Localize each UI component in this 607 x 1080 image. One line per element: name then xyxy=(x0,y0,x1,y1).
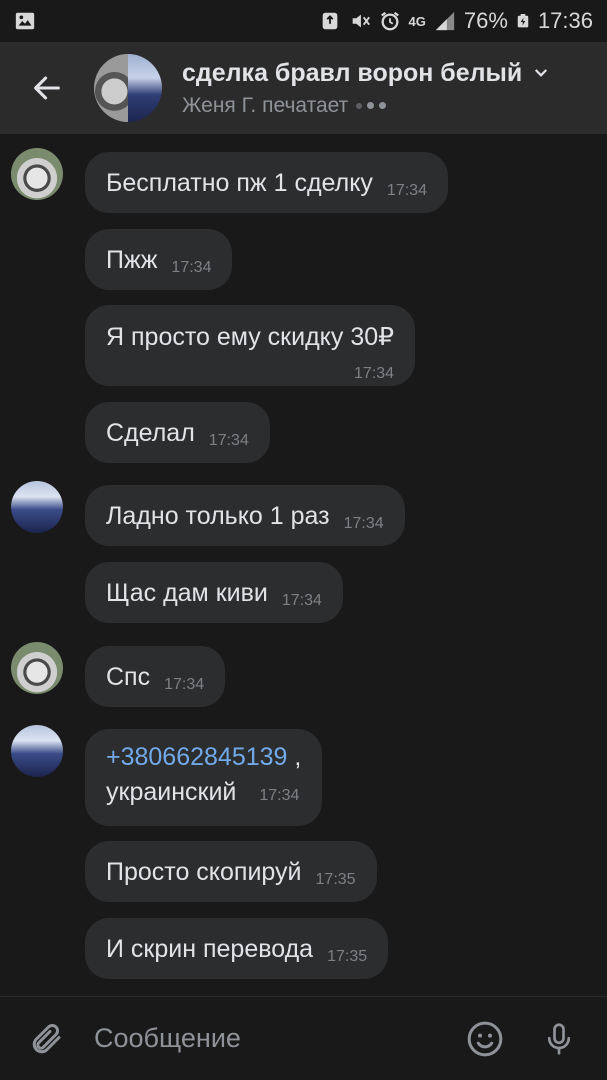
message-text: украинский xyxy=(106,778,237,806)
chevron-down-icon xyxy=(535,69,548,77)
message-bubble[interactable]: Я просто ему скидку 30₽ 17:34 xyxy=(85,305,416,386)
message-time: 17:34 xyxy=(386,182,427,199)
battery-percent: 76% xyxy=(463,8,508,33)
message-bubble[interactable]: Просто скопируй 17:35 xyxy=(85,841,377,902)
typing-dots-icon xyxy=(356,102,387,109)
message-time: 17:34 xyxy=(354,365,395,382)
avatar[interactable] xyxy=(11,148,63,200)
message-time: 17:34 xyxy=(164,676,205,693)
chat-header: сделка бравл ворон белый Женя Г. печатае… xyxy=(0,42,607,134)
message-time: 17:34 xyxy=(259,787,300,804)
smile-icon xyxy=(467,1021,503,1056)
message-bubble[interactable]: Бесплатно пж 1 сделку 17:34 xyxy=(85,152,448,213)
chat-title: сделка бравл ворон белый xyxy=(182,58,523,87)
clock: 17:36 xyxy=(537,8,593,33)
microphone-icon xyxy=(547,1022,571,1055)
message-text: Бесплатно пж 1 сделку xyxy=(106,169,373,197)
message-time: 17:35 xyxy=(327,948,368,965)
chat-title-block[interactable]: сделка бравл ворон белый Женя Г. печатае… xyxy=(182,59,550,118)
emoji-button[interactable] xyxy=(453,997,517,1080)
message-text: Щас дам киви xyxy=(106,579,268,607)
message-text: Я просто ему скидку 30₽ xyxy=(106,323,395,351)
message-input[interactable]: Сообщение xyxy=(94,1023,453,1054)
message-time: 17:34 xyxy=(208,432,249,449)
message-text: Просто скопируй xyxy=(106,858,302,886)
message-time: 17:34 xyxy=(281,592,322,609)
chat-avatar[interactable] xyxy=(94,54,162,122)
avatar[interactable] xyxy=(11,481,63,533)
message-composer: Сообщение xyxy=(0,996,607,1080)
image-notification-icon xyxy=(15,12,35,30)
message-bubble[interactable]: Пжж 17:34 xyxy=(85,229,233,290)
message-bubble[interactable]: Ладно только 1 раз 17:34 xyxy=(85,485,405,546)
message-bubble[interactable]: Спс 17:34 xyxy=(85,646,226,707)
message-bubble[interactable]: Щас дам киви 17:34 xyxy=(85,562,343,623)
mute-icon xyxy=(352,14,370,28)
message-text: Пжж xyxy=(106,246,158,274)
message-time: 17:34 xyxy=(171,259,212,276)
back-button[interactable] xyxy=(0,42,94,134)
message-text: И скрин перевода xyxy=(106,935,314,963)
message-time: 17:35 xyxy=(315,871,356,888)
message-time: 17:34 xyxy=(343,515,384,532)
message-text: , xyxy=(287,743,302,771)
alarm-icon xyxy=(380,11,399,31)
message-bubble[interactable]: Сделал 17:34 xyxy=(85,402,270,463)
message-text: Ладно только 1 раз xyxy=(106,502,330,530)
message-text: Спс xyxy=(106,663,151,691)
typing-status: Женя Г. печатает xyxy=(182,93,349,117)
phone-link[interactable]: +380662845139 xyxy=(106,743,287,771)
voice-message-button[interactable] xyxy=(527,997,591,1080)
network-type: 4G xyxy=(408,13,426,29)
message-bubble[interactable]: И скрин перевода 17:35 xyxy=(85,918,389,979)
avatar[interactable] xyxy=(11,642,63,694)
paperclip-icon xyxy=(32,1023,61,1053)
message-list[interactable]: Бесплатно пж 1 сделку 17:34 Пжж 17:34 Я … xyxy=(0,134,607,996)
attach-button[interactable] xyxy=(0,997,94,1080)
signal-icon xyxy=(435,11,455,31)
status-bar: 4G 76% 17:36 xyxy=(0,0,607,42)
message-text: Сделал xyxy=(106,419,195,447)
battery-icon xyxy=(517,14,529,28)
message-bubble[interactable]: +380662845139 , украинский 17:34 xyxy=(85,729,323,826)
arrow-left-icon xyxy=(34,76,60,100)
avatar[interactable] xyxy=(11,725,63,777)
recycle-icon xyxy=(322,12,337,30)
